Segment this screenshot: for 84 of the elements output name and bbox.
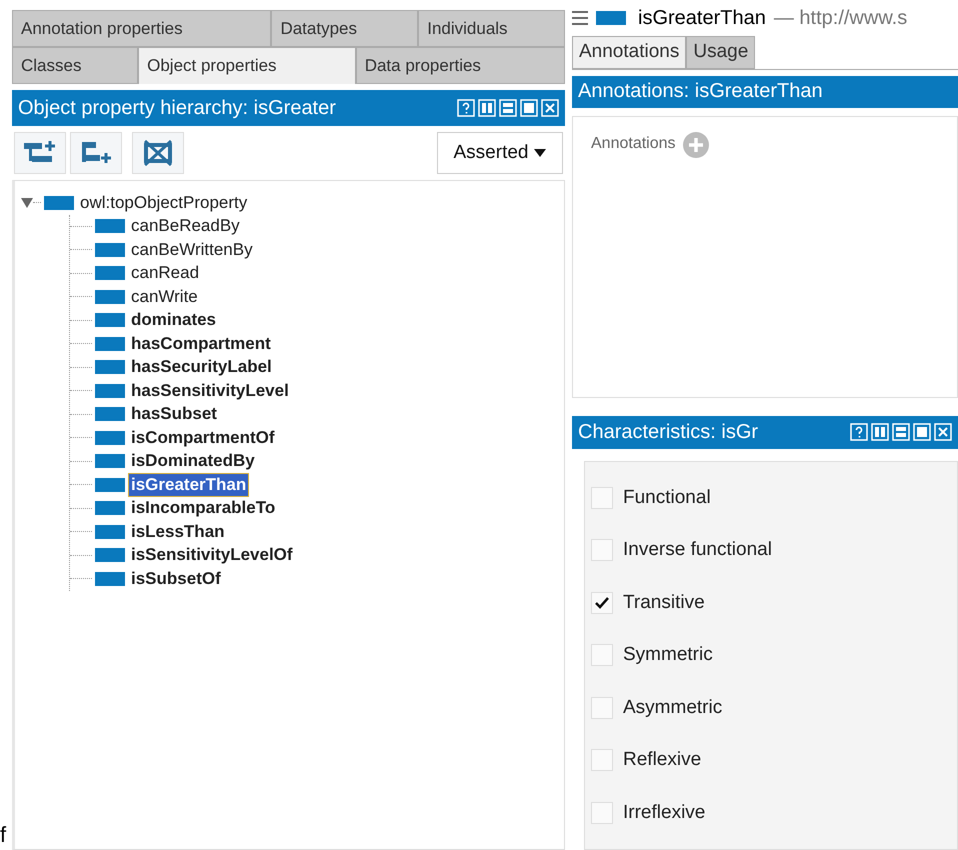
- tree-item[interactable]: canBeWrittenBy: [129, 238, 255, 261]
- checkbox[interactable]: [591, 644, 613, 666]
- maximize-icon[interactable]: [913, 423, 931, 442]
- checkbox[interactable]: [591, 592, 613, 614]
- property-icon: [95, 290, 125, 304]
- property-icon: [95, 384, 125, 398]
- tab[interactable]: Annotations: [572, 36, 686, 69]
- checkbox-label: Transitive: [623, 592, 705, 614]
- tree-item[interactable]: canBeReadBy: [129, 215, 242, 238]
- tree-item[interactable]: isSubsetOf: [129, 568, 223, 590]
- tree-item[interactable]: isSensitivityLevelOf: [129, 544, 295, 566]
- checkbox[interactable]: [591, 539, 613, 562]
- help-icon[interactable]: [850, 423, 868, 442]
- panel-title: Annotations: isGreaterThan: [578, 80, 824, 104]
- property-icon: [95, 313, 125, 328]
- tree-item[interactable]: hasSubset: [129, 403, 219, 426]
- checkbox-label: Functional: [623, 486, 711, 509]
- tab[interactable]: Individuals: [418, 10, 566, 47]
- checkbox[interactable]: [591, 486, 613, 509]
- property-icon: [95, 524, 125, 539]
- checkbox[interactable]: [591, 802, 613, 824]
- caret-icon: [534, 149, 546, 157]
- checkbox-label: Inverse functional: [623, 539, 772, 562]
- tree-item[interactable]: canRead: [129, 262, 202, 284]
- tree-item[interactable]: isCompartmentOf: [129, 426, 277, 449]
- checkbox-label: Irreflexive: [623, 802, 706, 824]
- sibling-add-icon: [79, 140, 113, 166]
- help-icon[interactable]: [457, 99, 475, 117]
- split-icon[interactable]: [478, 99, 496, 117]
- tree-item[interactable]: hasSensitivityLevel: [129, 380, 291, 402]
- tab[interactable]: Datatypes: [271, 10, 418, 47]
- stray-letter: f: [0, 822, 6, 848]
- delete-button[interactable]: [132, 132, 184, 174]
- property-icon: [44, 196, 74, 210]
- tab[interactable]: Object properties: [138, 47, 356, 84]
- tab[interactable]: Annotation properties: [12, 10, 272, 47]
- tree-item[interactable]: hasCompartment: [129, 332, 273, 355]
- entity-name: isGreaterThan: [638, 6, 766, 30]
- tree-item[interactable]: isGreaterThan: [129, 474, 248, 496]
- close-icon[interactable]: [541, 99, 559, 117]
- entity-iri: — http://www.s: [774, 6, 908, 30]
- tab[interactable]: Usage: [686, 36, 756, 69]
- property-icon: [95, 219, 125, 234]
- minimize-icon[interactable]: [499, 99, 517, 117]
- checkmark-icon: [595, 596, 609, 609]
- close-icon[interactable]: [934, 423, 952, 442]
- property-icon: [95, 501, 125, 516]
- property-icon: [95, 242, 125, 257]
- tab[interactable]: Classes: [12, 47, 138, 84]
- property-icon: [95, 430, 125, 445]
- tree-item[interactable]: isDominatedBy: [129, 450, 257, 472]
- property-icon: [95, 478, 125, 492]
- tree-item[interactable]: canWrite: [129, 286, 200, 308]
- annotations-label: Annotations: [591, 135, 676, 154]
- checkbox-label: Reflexive: [623, 749, 702, 772]
- property-icon: [95, 572, 125, 586]
- view-dropdown[interactable]: Asserted: [437, 132, 563, 174]
- add-subproperty-button[interactable]: [14, 132, 66, 174]
- delete-icon: [141, 139, 175, 167]
- property-icon: [95, 336, 125, 351]
- tab[interactable]: Data properties: [356, 47, 565, 84]
- panel-title: Characteristics: isGr: [578, 420, 760, 444]
- split-icon[interactable]: [871, 423, 889, 442]
- tree-item[interactable]: isLessThan: [129, 520, 227, 543]
- expand-icon[interactable]: [21, 196, 33, 209]
- property-icon: [95, 266, 125, 280]
- checkbox-label: Symmetric: [623, 644, 713, 666]
- tree-item[interactable]: dominates: [129, 309, 218, 332]
- add-sibling-button[interactable]: [70, 132, 122, 174]
- minimize-icon[interactable]: [892, 423, 910, 442]
- menu-icon[interactable]: [572, 11, 588, 26]
- property-icon: [95, 407, 125, 422]
- tree-item[interactable]: hasSecurityLabel: [129, 356, 274, 378]
- panel-title: Object property hierarchy: isGreater: [18, 96, 337, 120]
- property-icon: [596, 11, 626, 26]
- maximize-icon[interactable]: [520, 99, 538, 117]
- property-icon: [95, 360, 125, 374]
- tree-item[interactable]: isIncomparableTo: [129, 497, 278, 520]
- checkbox[interactable]: [591, 749, 613, 772]
- checkbox-label: Asymmetric: [623, 696, 722, 719]
- tree-item[interactable]: owl:topObjectProperty: [78, 192, 250, 214]
- checkbox[interactable]: [591, 696, 613, 719]
- property-icon: [95, 454, 125, 468]
- property-icon: [95, 548, 125, 562]
